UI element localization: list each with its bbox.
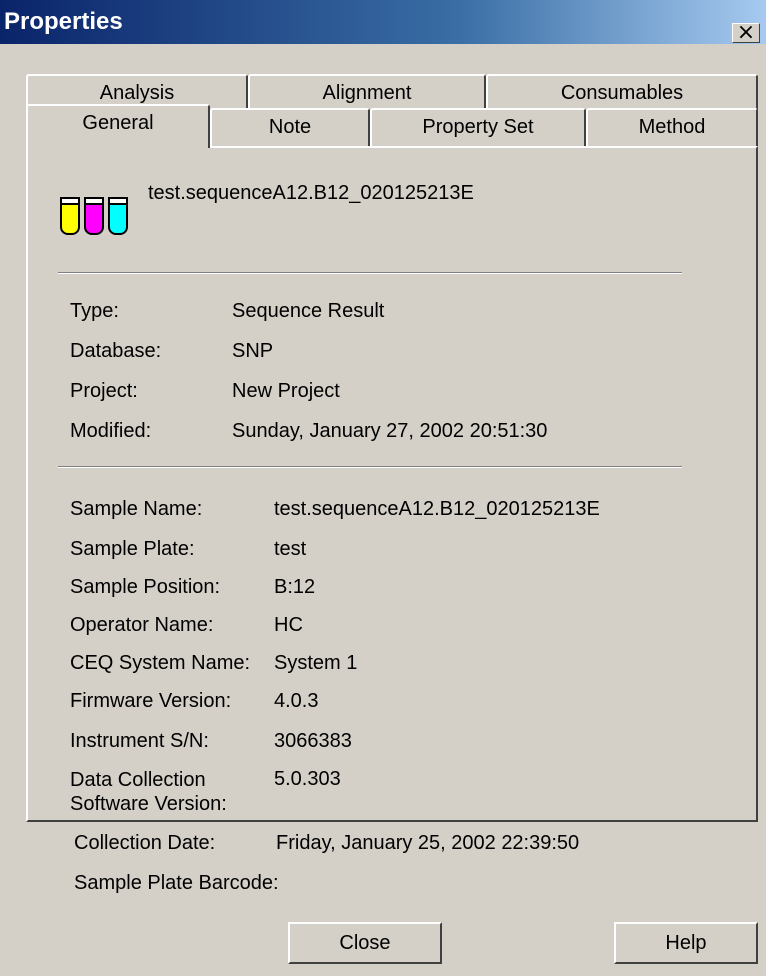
tab-analysis-label: Analysis bbox=[99, 82, 175, 104]
sample-position-value: B:12 bbox=[274, 576, 316, 598]
title-bar: Properties × bbox=[0, 0, 766, 44]
tab-method-label: Method bbox=[638, 116, 706, 138]
help-button-label: Help bbox=[665, 932, 707, 954]
ceq-system-name-value: System 1 bbox=[274, 652, 358, 674]
test-tubes-icon bbox=[60, 197, 128, 235]
tab-panel-general bbox=[26, 146, 758, 822]
sample-name-value: test.sequenceA12.B12_020125213E bbox=[274, 498, 600, 520]
file-name: test.sequenceA12.B12_020125213E bbox=[148, 182, 474, 204]
type-label: Type: bbox=[70, 300, 119, 322]
help-button[interactable]: Help bbox=[614, 922, 758, 964]
collection-date-label: Collection Date: bbox=[74, 832, 216, 854]
tab-alignment-label: Alignment bbox=[322, 82, 412, 104]
tab-note[interactable]: Note bbox=[210, 108, 370, 146]
tab-method[interactable]: Method bbox=[586, 108, 758, 146]
project-label: Project: bbox=[70, 380, 138, 402]
ceq-system-name-label: CEQ System Name: bbox=[70, 652, 251, 674]
separator bbox=[58, 466, 682, 468]
firmware-version-value: 4.0.3 bbox=[274, 690, 319, 712]
tab-property-set[interactable]: Property Set bbox=[370, 108, 586, 146]
project-value: New Project bbox=[232, 380, 340, 402]
close-icon: × bbox=[736, 20, 756, 45]
type-value: Sequence Result bbox=[232, 300, 385, 322]
instrument-sn-label: Instrument S/N: bbox=[70, 730, 209, 752]
software-version-value: 5.0.303 bbox=[274, 768, 341, 790]
tab-alignment[interactable]: Alignment bbox=[248, 74, 486, 110]
sample-plate-label: Sample Plate: bbox=[70, 538, 195, 560]
sample-plate-barcode-label: Sample Plate Barcode: bbox=[74, 872, 279, 894]
firmware-version-label: Firmware Version: bbox=[70, 690, 232, 712]
tab-note-label: Note bbox=[268, 116, 312, 138]
tab-general-label: General bbox=[82, 112, 154, 134]
instrument-sn-value: 3066383 bbox=[274, 730, 352, 752]
close-window-button[interactable]: × bbox=[732, 20, 760, 45]
operator-name-label: Operator Name: bbox=[70, 614, 214, 636]
operator-name-value: HC bbox=[274, 614, 303, 636]
software-version-label: Data Collection Software Version: bbox=[70, 769, 227, 815]
tab-property-set-label: Property Set bbox=[422, 116, 534, 138]
close-button[interactable]: Close bbox=[288, 922, 442, 964]
database-label: Database: bbox=[70, 340, 162, 362]
tab-consumables-label: Consumables bbox=[560, 82, 684, 104]
sample-plate-value: test bbox=[274, 538, 307, 560]
tab-consumables[interactable]: Consumables bbox=[486, 74, 758, 110]
modified-label: Modified: bbox=[70, 420, 152, 442]
tab-general[interactable]: General bbox=[26, 104, 210, 148]
window-title: Properties bbox=[4, 8, 123, 35]
sample-name-label: Sample Name: bbox=[70, 498, 203, 520]
sample-position-label: Sample Position: bbox=[70, 576, 221, 598]
separator bbox=[58, 272, 682, 274]
database-value: SNP bbox=[232, 340, 274, 362]
modified-value: Sunday, January 27, 2002 20:51:30 bbox=[232, 420, 548, 442]
collection-date-value: Friday, January 25, 2002 22:39:50 bbox=[276, 832, 580, 854]
close-button-label: Close bbox=[339, 932, 391, 954]
